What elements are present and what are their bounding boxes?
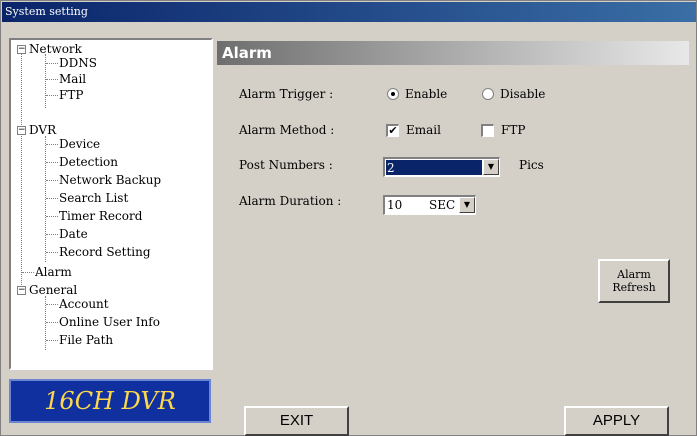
post-numbers-select[interactable]: 2 ▼ xyxy=(383,157,500,177)
tree-connector xyxy=(46,216,58,217)
trigger-disable-radio[interactable] xyxy=(482,88,494,100)
post-numbers-label: Post Numbers : xyxy=(239,158,333,172)
tree-connector xyxy=(46,162,58,163)
dvr-logo: 16CH DVR xyxy=(9,379,211,423)
tree-connector xyxy=(45,136,46,262)
post-numbers-unit: Pics xyxy=(519,158,544,172)
tree-item-detection[interactable]: Detection xyxy=(59,154,118,170)
alarm-duration-unit: SEC xyxy=(429,198,456,212)
tree-connector xyxy=(46,234,58,235)
alarm-duration-value: 10 xyxy=(387,198,403,212)
tree-item-alarm[interactable]: Alarm xyxy=(35,264,72,280)
tree-item-mail[interactable]: Mail xyxy=(59,71,86,87)
tree-connector xyxy=(46,322,58,323)
chevron-down-icon[interactable]: ▼ xyxy=(483,159,499,175)
alarm-duration-select[interactable]: 10 SEC ▼ xyxy=(383,195,476,215)
tree-item-ddns[interactable]: DDNS xyxy=(59,55,97,71)
tree-item-file-path[interactable]: File Path xyxy=(59,332,113,348)
tree-item-device[interactable]: Device xyxy=(59,136,100,152)
apply-button[interactable]: APPLY xyxy=(564,406,669,436)
tree-connector xyxy=(46,63,58,64)
tree-item-ftp[interactable]: FTP xyxy=(59,87,83,103)
tree-item-dvr[interactable]: DVR xyxy=(29,122,56,138)
tree-item-record-setting[interactable]: Record Setting xyxy=(59,244,151,260)
chevron-down-icon[interactable]: ▼ xyxy=(459,197,475,213)
alarm-method-label: Alarm Method : xyxy=(239,123,335,137)
panel-title: Alarm xyxy=(217,41,689,65)
general-collapse-icon[interactable]: − xyxy=(17,286,26,295)
trigger-enable-radio[interactable] xyxy=(387,88,399,100)
settings-tree: − Network DDNS Mail FTP − DVR Device Det… xyxy=(9,38,213,370)
tree-connector xyxy=(46,79,58,80)
alarm-trigger-label: Alarm Trigger : xyxy=(239,87,334,101)
tree-item-online-user-info[interactable]: Online User Info xyxy=(59,314,160,330)
tree-connector xyxy=(46,144,58,145)
tree-connector xyxy=(46,252,58,253)
ftp-checkbox[interactable] xyxy=(481,124,494,137)
post-numbers-value: 2 xyxy=(386,160,482,175)
tree-connector xyxy=(46,95,58,96)
email-checkbox-label[interactable]: Email xyxy=(406,123,441,137)
tree-item-account[interactable]: Account xyxy=(59,296,109,312)
alarm-duration-label: Alarm Duration : xyxy=(239,194,342,208)
tree-item-date[interactable]: Date xyxy=(59,226,88,242)
tree-item-search-list[interactable]: Search List xyxy=(59,190,128,206)
tree-connector xyxy=(46,340,58,341)
title-bar: System setting xyxy=(2,2,696,22)
tree-connector xyxy=(46,180,58,181)
alarm-refresh-button[interactable]: Alarm Refresh xyxy=(598,259,670,303)
dvr-collapse-icon[interactable]: − xyxy=(17,126,26,135)
tree-connector xyxy=(21,54,22,291)
trigger-enable-label[interactable]: Enable xyxy=(405,87,447,101)
exit-button[interactable]: EXIT xyxy=(244,406,349,436)
tree-item-timer-record[interactable]: Timer Record xyxy=(59,208,142,224)
tree-connector xyxy=(22,272,34,273)
network-collapse-icon[interactable]: − xyxy=(17,45,26,54)
trigger-disable-label[interactable]: Disable xyxy=(500,87,545,101)
email-checkbox[interactable]: ✔ xyxy=(386,124,399,137)
system-setting-window: System setting − Network DDNS Mail FTP −… xyxy=(0,0,697,436)
ftp-checkbox-label[interactable]: FTP xyxy=(501,123,525,137)
tree-connector xyxy=(46,304,58,305)
tree-item-network-backup[interactable]: Network Backup xyxy=(59,172,161,188)
tree-connector xyxy=(46,198,58,199)
